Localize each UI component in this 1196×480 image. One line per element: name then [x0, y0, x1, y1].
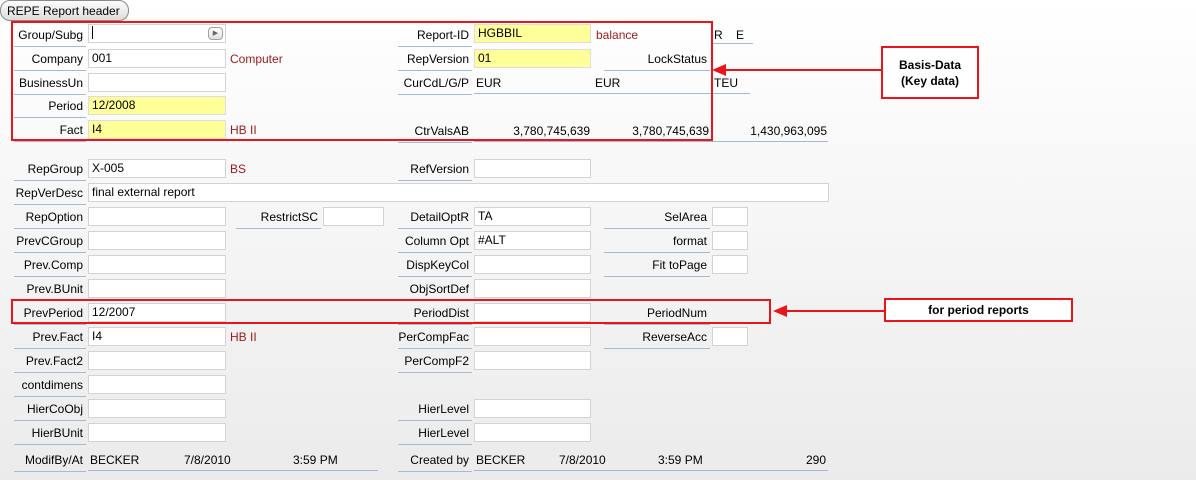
label-prev-fact: Prev.Fact: [14, 328, 86, 349]
created-number: 290: [805, 453, 826, 467]
prev-bunit-input[interactable]: [88, 279, 226, 298]
label-hier-co-obj: HierCoObj: [14, 400, 86, 421]
obj-sort-def-input[interactable]: [474, 279, 591, 298]
period-reports-highlight-box: [11, 299, 771, 324]
prev-fact2-input[interactable]: [88, 351, 226, 370]
ref-version-input[interactable]: [474, 159, 591, 178]
label-obj-sort-def: ObjSortDef: [398, 280, 472, 301]
restrict-sc-input[interactable]: [323, 207, 384, 226]
modified-underline: [88, 470, 378, 471]
label-hier-bunit: HierBUnit: [14, 424, 86, 445]
created-date: 7/8/2010: [559, 453, 606, 467]
report-flag-underline: [711, 43, 753, 44]
detail-optr-input[interactable]: TA: [474, 207, 591, 226]
contdimens-input[interactable]: [88, 375, 226, 394]
column-opt-input[interactable]: #ALT: [474, 231, 591, 250]
hier-bunit-input[interactable]: [88, 423, 226, 442]
label-format: format: [604, 232, 710, 253]
label-sel-area: SelArea: [604, 208, 710, 229]
label-modif-by-at: ModifBy/At: [14, 451, 86, 472]
rep-option-input[interactable]: [88, 207, 226, 226]
format-input[interactable]: [712, 231, 748, 250]
per-comp-fac-input[interactable]: [474, 327, 591, 346]
rep-group-input[interactable]: X-005: [88, 159, 226, 178]
basis-data-callout: Basis-Data (Key data): [881, 46, 979, 99]
label-rep-option: RepOption: [14, 208, 86, 229]
label-rep-group: RepGroup: [14, 160, 86, 181]
label-contdimens: contdimens: [14, 376, 86, 397]
label-rep-ver-desc: RepVerDesc: [14, 184, 86, 205]
key-data-highlight-box: [11, 21, 713, 141]
prev-fact-description: HB II: [230, 330, 257, 344]
fit-to-page-input[interactable]: [712, 255, 748, 274]
modified-time: 3:59 PM: [293, 453, 338, 467]
label-disp-key-col: DispKeyCol: [398, 256, 472, 277]
ctr-underline: [474, 141, 828, 142]
sel-area-input[interactable]: [712, 207, 748, 226]
period-reports-callout: for period reports: [884, 298, 1073, 322]
label-hier-level-1: HierLevel: [398, 400, 472, 421]
per-comp-f2-input[interactable]: [474, 351, 591, 370]
label-reverse-acc: ReverseAcc: [604, 328, 710, 349]
reverse-acc-input[interactable]: [712, 327, 748, 346]
label-detail-optr: DetailOptR: [398, 208, 472, 229]
modified-date: 7/8/2010: [184, 453, 231, 467]
ctr-value-c: 1,430,963,095: [750, 124, 827, 138]
label-created-by: Created by: [398, 451, 472, 472]
label-prev-cgroup: PrevCGroup: [14, 232, 86, 253]
created-by-user: BECKER: [476, 453, 526, 467]
created-underline: [474, 470, 828, 471]
label-restrict-sc: RestrictSC: [236, 208, 321, 229]
prev-fact-input[interactable]: I4: [88, 327, 226, 346]
label-prev-comp: Prev.Comp: [14, 256, 86, 277]
rep-group-description: BS: [230, 162, 247, 176]
label-fit-to-page: Fit toPage: [604, 256, 710, 277]
label-column-opt: Column Opt: [398, 232, 472, 253]
created-time: 3:59 PM: [658, 453, 703, 467]
currency-parent: TEU: [714, 76, 738, 90]
label-per-comp-f2: PerCompF2: [398, 352, 472, 373]
label-prev-fact2: Prev.Fact2: [14, 352, 86, 373]
arrow-line-basis: [724, 69, 882, 71]
disp-key-col-input[interactable]: [474, 255, 591, 274]
label-per-comp-fac: PerCompFac: [398, 328, 472, 349]
hier-co-obj-input[interactable]: [88, 399, 226, 418]
prev-comp-input[interactable]: [88, 255, 226, 274]
arrow-line-period: [785, 310, 885, 312]
label-prev-bunit: Prev.BUnit: [14, 280, 86, 301]
hier-level-1-input[interactable]: [474, 399, 591, 418]
label-hier-level-2: HierLevel: [398, 424, 472, 445]
report-header-tab[interactable]: REPE Report header: [0, 0, 129, 21]
hier-level-2-input[interactable]: [474, 423, 591, 442]
modified-by-user: BECKER: [90, 453, 140, 467]
prev-cgroup-input[interactable]: [88, 231, 226, 250]
rep-ver-desc-input[interactable]: final external report: [88, 183, 829, 202]
label-ref-version: RefVersion: [398, 160, 472, 181]
